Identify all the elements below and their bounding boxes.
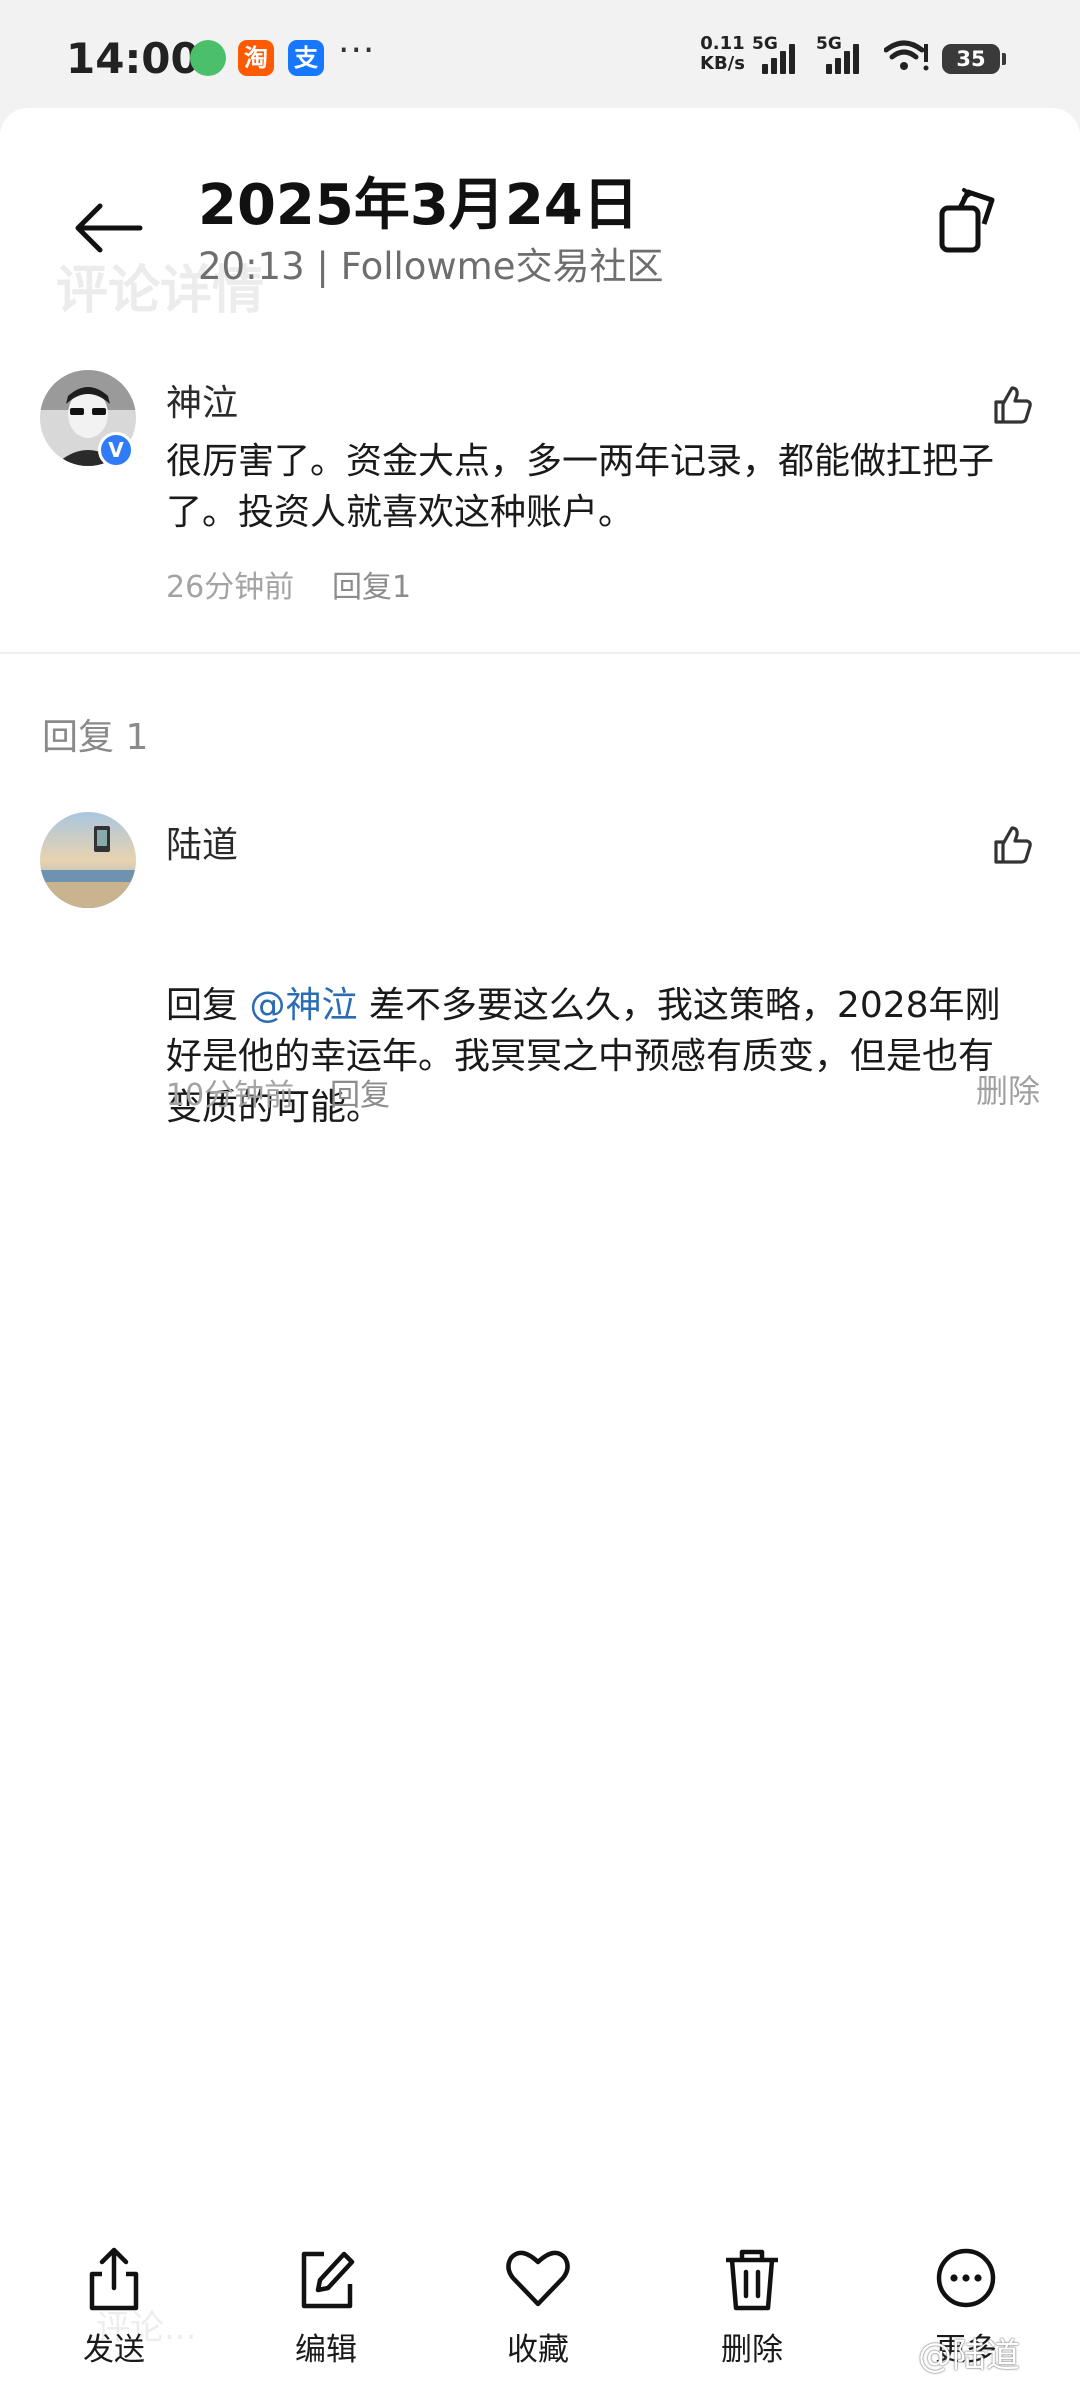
status-time: 14:00 bbox=[66, 34, 200, 83]
page-date: 2025年3月24日 bbox=[198, 173, 639, 238]
comment-detail-card: 评论详情 2025年3月24日 20:13 | Followme交易社区 V 神… bbox=[0, 108, 1080, 2400]
trash-icon bbox=[726, 2249, 778, 2311]
avatar[interactable] bbox=[40, 812, 136, 908]
replies-section-label: 回复 1 bbox=[42, 717, 149, 758]
sim1-signal-icon: 5G bbox=[752, 34, 796, 74]
favorite-button[interactable]: 收藏 bbox=[468, 2244, 608, 2374]
reply-text: 回复 @神泣 差不多要这么久，我这策略，2028年刚好是他的幸运年。我冥冥之中预… bbox=[166, 980, 1026, 1133]
wifi-icon bbox=[884, 40, 929, 71]
sim2-label: 5G bbox=[816, 34, 842, 54]
verified-badge-icon: V bbox=[98, 432, 134, 468]
favorite-label: 收藏 bbox=[507, 2332, 569, 2368]
share-icon bbox=[89, 2247, 139, 2311]
status-bar: 14:00 淘 支 ··· 0.11 KB/s 5G 5G 35 bbox=[0, 0, 1080, 110]
watermark: @陆道 bbox=[918, 2336, 1020, 2376]
rotate-screen-icon[interactable] bbox=[928, 182, 1008, 262]
header: 评论详情 2025年3月24日 20:13 | Followme交易社区 bbox=[0, 108, 1080, 321]
delete-button[interactable]: 删除 bbox=[682, 2244, 822, 2374]
sim1-label: 5G bbox=[752, 34, 778, 54]
delete-reply-button[interactable]: 删除 bbox=[976, 1066, 1040, 1112]
delete-label: 删除 bbox=[721, 2332, 783, 2368]
edit-label: 编辑 bbox=[295, 2332, 357, 2368]
mention-link[interactable]: @神泣 bbox=[249, 985, 357, 1026]
sim2-signal-icon: 5G bbox=[816, 34, 860, 74]
network-speed-value: 0.11 bbox=[700, 33, 745, 54]
reply-time: 10分钟前 bbox=[166, 1078, 295, 1113]
share-label: 发送 bbox=[83, 2332, 145, 2368]
page-subtitle: 20:13 | Followme交易社区 bbox=[198, 245, 664, 288]
reply-button[interactable]: 回复 bbox=[330, 1070, 390, 1114]
like-icon[interactable] bbox=[990, 822, 1036, 868]
network-speed-unit: KB/s bbox=[700, 53, 745, 74]
divider bbox=[0, 652, 1080, 654]
edit-icon bbox=[301, 2251, 355, 2309]
comment-text: 很厉害了。资金大点，多一两年记录，都能做扛把子了。投资人就喜欢这种账户。 bbox=[166, 441, 995, 533]
heart-icon bbox=[506, 2250, 570, 2307]
more-icon bbox=[936, 2248, 996, 2308]
green-leaf-app-icon bbox=[190, 40, 226, 76]
reply-count-button[interactable]: 回复1 bbox=[332, 562, 411, 606]
more-notifications-icon: ··· bbox=[338, 30, 376, 71]
comment-author[interactable]: 神泣 bbox=[166, 374, 238, 426]
alipay-app-icon: 支 bbox=[288, 40, 324, 76]
network-speed: 0.11 KB/s bbox=[700, 34, 745, 74]
comment-time: 26分钟前 bbox=[166, 570, 295, 605]
back-arrow-icon[interactable] bbox=[70, 188, 150, 268]
battery-icon: 35 bbox=[942, 44, 1006, 74]
reply-author[interactable]: 陆道 bbox=[166, 816, 238, 868]
share-button[interactable]: 发送 bbox=[44, 2244, 184, 2374]
like-icon[interactable] bbox=[990, 382, 1036, 428]
taobao-app-icon: 淘 bbox=[238, 40, 274, 76]
reply-prefix: 回复 bbox=[166, 985, 250, 1026]
edit-button[interactable]: 编辑 bbox=[256, 2244, 396, 2374]
